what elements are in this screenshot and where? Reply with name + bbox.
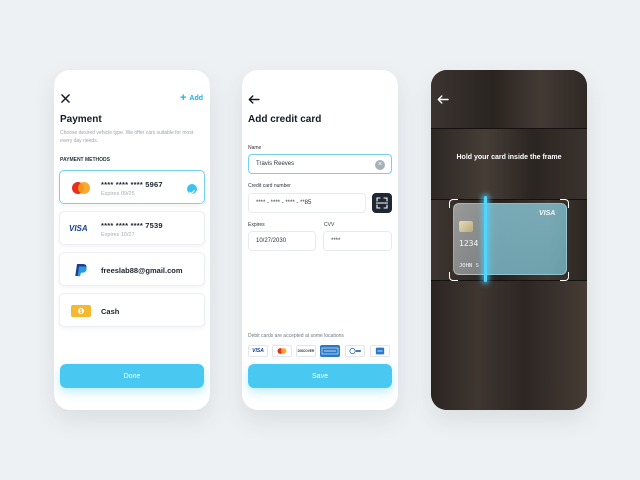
cvv-field[interactable]: **** <box>323 231 392 251</box>
scan-card-screen: Hold your card inside the frame VISA 123… <box>431 70 587 410</box>
close-icon[interactable] <box>61 94 70 103</box>
scan-line <box>484 196 487 282</box>
done-button[interactable]: Done <box>60 364 204 388</box>
plus-icon: + <box>179 92 187 104</box>
scan-instruction: Hold your card inside the frame <box>456 154 562 161</box>
diners-club-brand-icon <box>345 345 365 357</box>
card-brand: VISA <box>539 210 556 217</box>
card-digits: 1234 <box>459 239 479 248</box>
wood-plank <box>431 70 587 128</box>
page-description: Choose desired vehicle type. We offer ca… <box>60 130 194 144</box>
add-label: Add <box>189 94 203 102</box>
visa-icon: VISA <box>69 224 88 233</box>
cash-label: Cash <box>101 307 120 316</box>
clear-icon[interactable]: × <box>375 160 385 170</box>
american-express-brand-icon <box>320 345 340 357</box>
expires-value: 10/27/2030 <box>256 238 287 244</box>
cvv-label: CVV <box>324 222 335 228</box>
amex-brand-icon <box>370 345 390 357</box>
mastercard-icon <box>72 182 90 194</box>
add-card-screen: Add credit card Name Travis Reeves × Cre… <box>242 70 398 410</box>
payment-screen: + Add Payment Choose desired vehicle typ… <box>54 70 210 410</box>
check-icon <box>187 184 197 195</box>
back-arrow-icon[interactable] <box>437 95 449 104</box>
expires-field[interactable]: 10/27/2030 <box>248 231 316 251</box>
cash-icon: $ <box>71 305 91 317</box>
add-payment-button[interactable]: + Add <box>179 92 203 104</box>
card-expiry: Expires 10/27 <box>101 232 135 238</box>
name-field[interactable]: Travis Reeves × <box>248 154 392 174</box>
payment-method-visa[interactable]: VISA **** **** **** 7539 Expires 10/27 <box>59 211 205 245</box>
visa-brand-icon: VISA <box>248 345 268 357</box>
expires-label: Expires <box>248 222 265 228</box>
save-button[interactable]: Save <box>248 364 392 388</box>
discover-brand-icon: DISCOVER <box>296 345 316 357</box>
card-number-label: Credit card number <box>248 183 291 189</box>
payment-method-mastercard[interactable]: **** **** **** 5967 Expires 09/25 <box>59 170 205 204</box>
paypal-icon <box>75 264 87 277</box>
back-arrow-icon[interactable] <box>248 95 260 104</box>
scan-card-button[interactable] <box>372 193 392 213</box>
payment-method-paypal[interactable]: freeslab88@gmail.com <box>59 252 205 286</box>
card-number-value: **** - **** - **** - **85 <box>256 200 312 206</box>
section-label: PAYMENT METHODS <box>60 157 111 163</box>
paypal-email: freeslab88@gmail.com <box>101 266 183 275</box>
page-title: Add credit card <box>248 114 322 125</box>
card-number-field[interactable]: **** - **** - **** - **85 <box>248 193 366 213</box>
card-number: **** **** **** 5967 <box>101 180 163 189</box>
payment-method-cash[interactable]: $ Cash <box>59 293 205 327</box>
scan-icon <box>375 197 389 209</box>
card-chip-icon <box>459 221 473 232</box>
card-holder: JOHN S <box>459 263 479 269</box>
cvv-value: **** <box>331 238 341 244</box>
card-expiry: Expires 09/25 <box>101 191 135 197</box>
name-value: Travis Reeves <box>256 161 295 167</box>
wood-plank <box>431 129 587 199</box>
svg-text:$: $ <box>80 309 83 315</box>
wood-plank <box>431 281 587 410</box>
page-title: Payment <box>60 114 102 125</box>
name-label: Name <box>248 145 262 151</box>
mastercard-brand-icon <box>272 345 292 357</box>
accepted-note: Debit cards are accepted at some locatio… <box>248 333 344 339</box>
card-number: **** **** **** 7539 <box>101 221 163 230</box>
